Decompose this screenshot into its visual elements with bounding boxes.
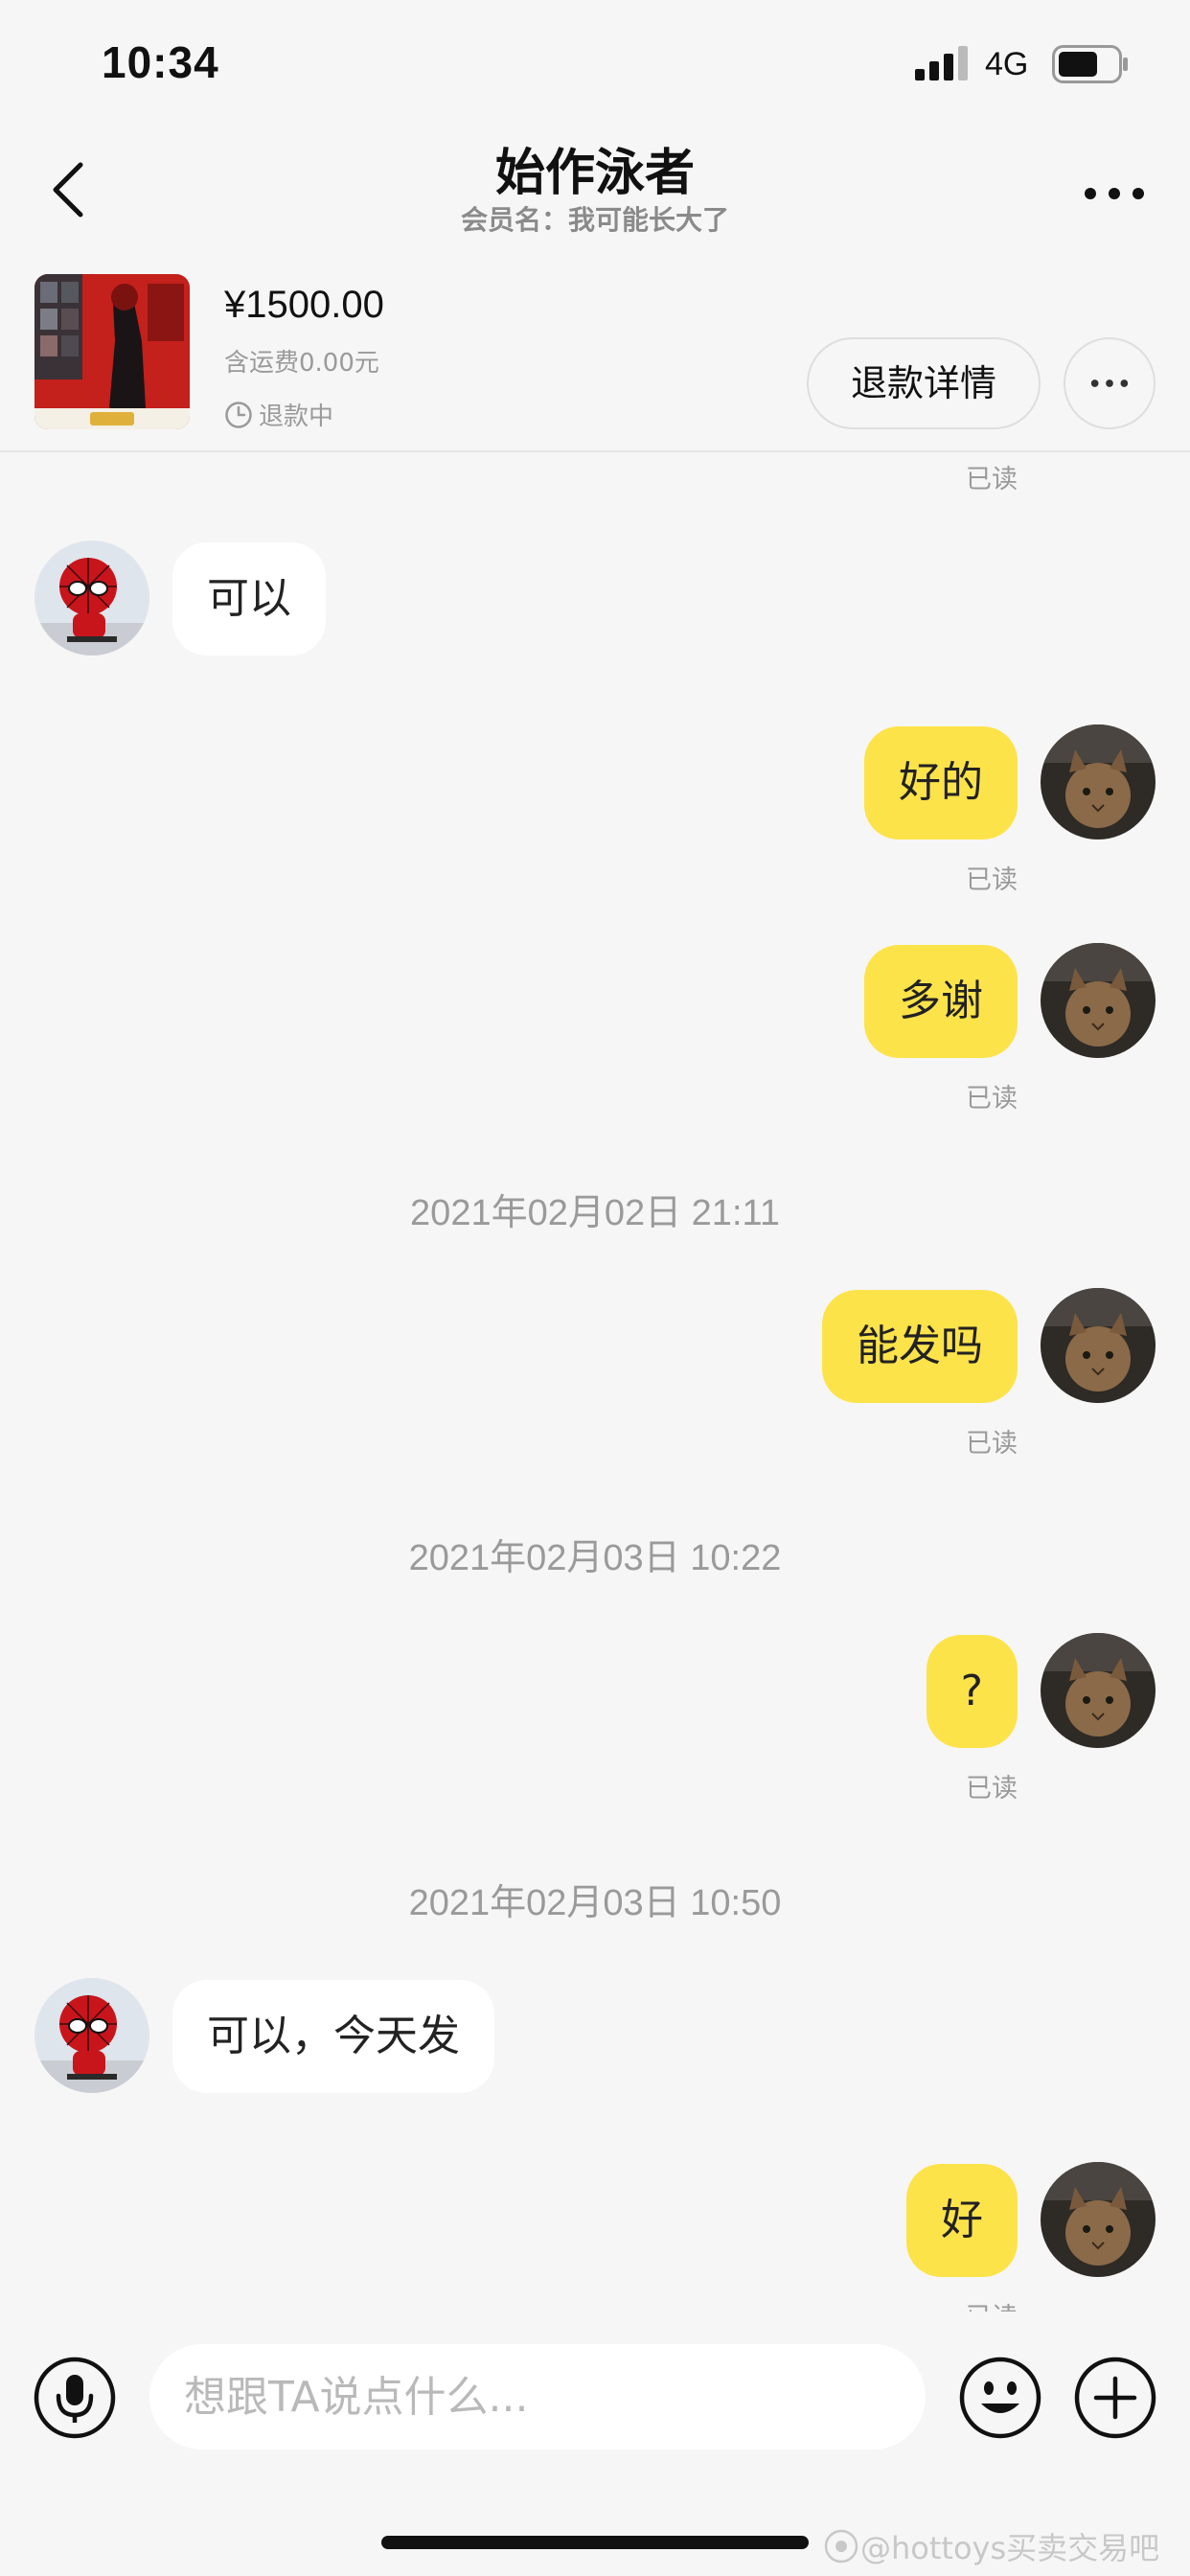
user-avatar[interactable] [1041,1288,1156,1403]
product-thumbnail[interactable] [34,274,190,429]
message-bubble[interactable]: ? [926,1635,1018,1748]
message-bubble[interactable]: 可以 [172,542,326,656]
microphone-icon[interactable] [33,2356,117,2440]
shipping-fee: 含运费0.00元 [224,349,379,378]
chat-area[interactable]: 已读 可以 好的 已读 多谢 已读 2021年02月02日 21:11 能发吗 [0,454,1190,2312]
message-bubble[interactable]: 好的 [864,726,1018,840]
plus-icon[interactable] [1073,2356,1157,2440]
timestamp: 2021年02月03日 10:22 [408,1538,782,1578]
emoji-icon[interactable] [958,2356,1042,2440]
timestamp: 2021年02月03日 10:50 [408,1883,782,1923]
seller-avatar[interactable] [34,1978,149,2093]
message-bubble[interactable]: 可以，今天发 [172,1980,494,2093]
card-more-icon[interactable] [1064,337,1156,429]
order-price: ¥1500.00 [224,284,384,326]
user-avatar[interactable] [1041,1633,1156,1748]
clock-icon [225,401,252,428]
battery-icon [1052,45,1128,83]
user-avatar[interactable] [1041,724,1156,840]
read-receipt: 已读 [966,1084,1018,1114]
member-name: 会员名：我可能长大了 [460,204,729,236]
status-time: 10:34 [102,37,219,87]
watermark-text: @hottoys买卖交易吧 [860,2530,1160,2566]
refund-details-button[interactable]: 退款详情 [807,337,1041,429]
user-avatar[interactable] [1041,2162,1156,2277]
chat-title: 始作泳者 [494,145,695,202]
order-status: 退款中 [224,397,333,432]
message-bubble[interactable]: 好 [906,2164,1018,2277]
timestamp: 2021年02月02日 21:11 [410,1193,780,1233]
seller-avatar[interactable] [34,540,149,656]
user-avatar[interactable] [1041,943,1156,1058]
message-bubble[interactable]: 能发吗 [822,1290,1018,1403]
signal-icon [915,46,968,80]
read-receipt: 已读 [966,465,1018,494]
read-receipt: 已读 [966,2296,1018,2312]
watermark: @hottoys买卖交易吧 [822,2524,1159,2568]
home-indicator[interactable] [381,2536,809,2549]
order-card[interactable]: ¥1500.00 含运费0.00元 退款中 退款详情 [0,261,1190,452]
nav-bar: 始作泳者 会员名：我可能长大了 [0,126,1190,251]
input-bar: @hottoys买卖交易吧 [0,2312,1190,2576]
order-status-label: 退款中 [259,402,334,431]
read-receipt: 已读 [966,1774,1018,1804]
read-receipt: 已读 [966,865,1018,895]
message-input[interactable] [149,2344,926,2450]
network-label: 4G [985,46,1029,82]
message-bubble[interactable]: 多谢 [864,945,1018,1058]
more-icon[interactable] [1083,184,1146,203]
read-receipt: 已读 [966,1429,1018,1459]
weibo-logo-icon [824,2529,858,2564]
status-bar: 10:34 4G [0,0,1190,126]
